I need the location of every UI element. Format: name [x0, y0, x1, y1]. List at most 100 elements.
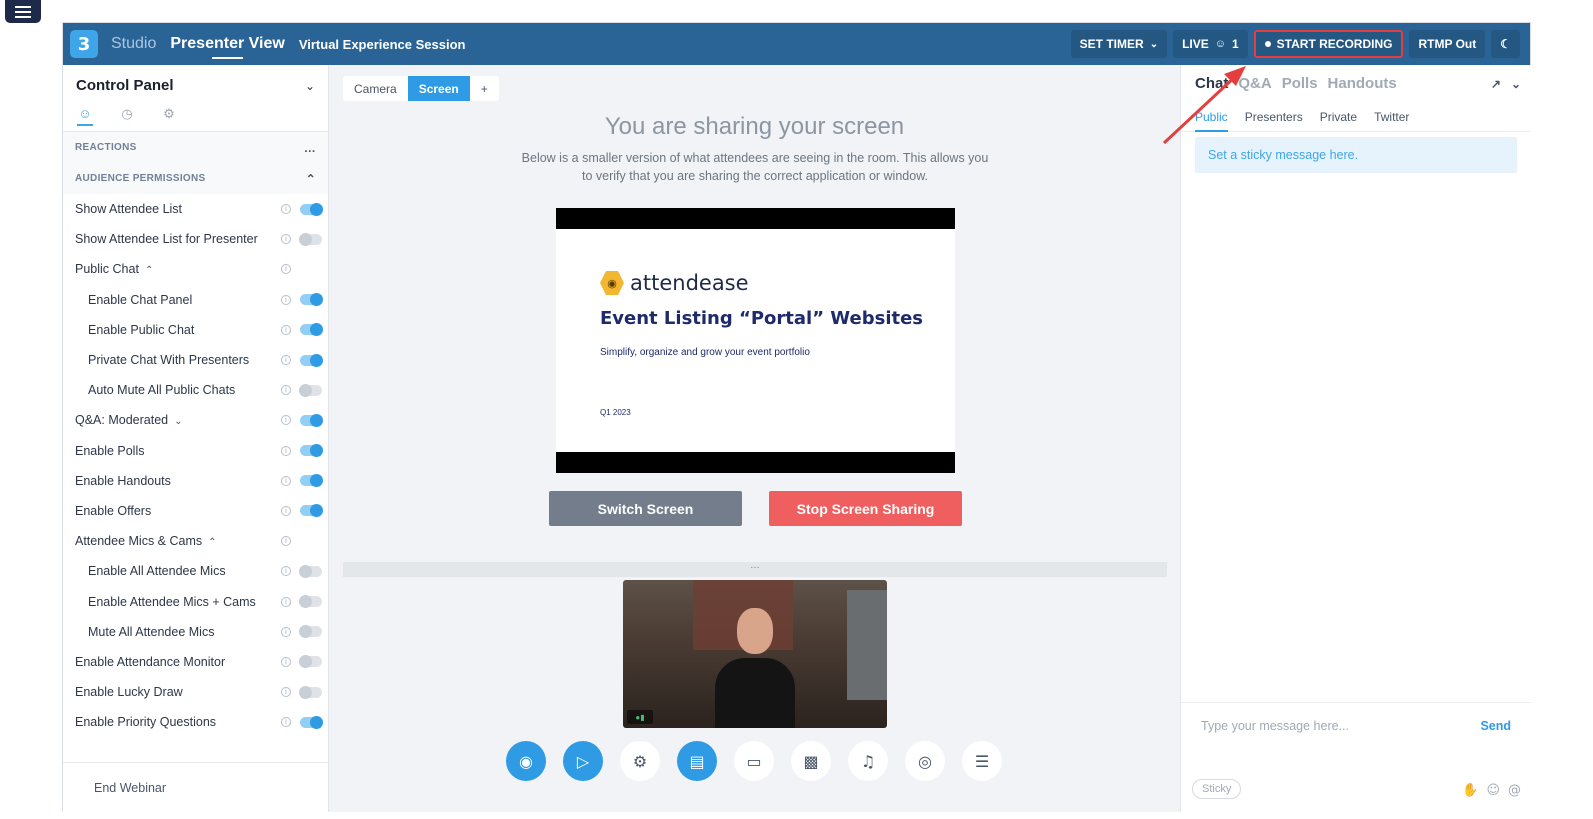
permission-row[interactable]: Enable Priority Questions i — [63, 707, 328, 737]
info-icon[interactable]: i — [281, 505, 291, 516]
live-status[interactable]: LIVE ☺ 1 — [1173, 30, 1248, 58]
sticky-button[interactable]: Sticky — [1192, 779, 1242, 799]
settings-icon[interactable]: ⚙ — [620, 741, 660, 781]
hand-raise-icon[interactable]: ✋ — [1462, 783, 1478, 798]
permission-row[interactable]: Show Attendee List i — [63, 194, 328, 224]
info-icon[interactable]: i — [281, 415, 291, 426]
permission-row[interactable]: Auto Mute All Public Chats i — [63, 375, 328, 405]
info-icon[interactable]: i — [281, 596, 291, 607]
info-icon[interactable]: i — [281, 687, 291, 698]
info-icon[interactable]: i — [281, 294, 291, 305]
clock-tab-icon[interactable]: ◷ — [119, 106, 135, 126]
info-icon[interactable]: i — [281, 717, 291, 728]
settings-tab-icon[interactable]: ⚙ — [161, 106, 177, 126]
permission-toggle[interactable] — [300, 504, 323, 518]
logo-icon[interactable]: 3 — [70, 30, 98, 58]
info-icon[interactable]: i — [281, 385, 291, 396]
permission-toggle[interactable] — [299, 595, 322, 609]
video-clip-icon[interactable]: ▩ — [791, 741, 831, 781]
tab-polls[interactable]: Polls — [1282, 75, 1318, 92]
more-options-icon[interactable]: … — [304, 141, 316, 155]
message-input[interactable]: Type your message here... — [1201, 719, 1349, 733]
microphone-icon[interactable]: ◉ — [506, 741, 546, 781]
send-button[interactable]: Send — [1480, 719, 1511, 733]
permission-row[interactable]: Show Attendee List for Presenter i — [63, 224, 328, 254]
broadcast-icon[interactable]: ◎ — [905, 741, 945, 781]
permission-toggle[interactable] — [299, 655, 322, 669]
info-icon[interactable]: i — [281, 204, 291, 215]
dark-mode-toggle[interactable]: ☾ — [1491, 30, 1520, 58]
permission-toggle[interactable] — [300, 323, 323, 337]
chevron-down-icon[interactable]: ⌄ — [174, 416, 182, 427]
add-tab-button[interactable]: + — [470, 76, 499, 101]
reactions-section[interactable]: REACTIONS … — [63, 132, 328, 163]
emoji-icon[interactable]: ☺ — [1486, 783, 1500, 798]
presenter-view-link[interactable]: Presenter View — [170, 35, 285, 59]
permission-toggle[interactable] — [300, 715, 323, 729]
captions-icon[interactable]: ▭ — [734, 741, 774, 781]
subtab-presenters[interactable]: Presenters — [1245, 110, 1303, 124]
subtab-twitter[interactable]: Twitter — [1374, 110, 1409, 124]
permission-row[interactable]: Enable Lucky Draw i — [63, 677, 328, 707]
permission-row[interactable]: Mute All Attendee Mics i — [63, 617, 328, 647]
presenter-video[interactable]: ●▮ — [623, 580, 887, 728]
popout-icon[interactable]: ↗ — [1491, 77, 1501, 91]
start-recording-button[interactable]: START RECORDING — [1253, 30, 1404, 58]
permission-toggle[interactable] — [300, 353, 323, 367]
permission-toggle[interactable] — [299, 232, 322, 246]
studio-link[interactable]: Studio — [111, 35, 156, 53]
audience-permissions-section[interactable]: AUDIENCE PERMISSIONS ⌃ — [63, 163, 328, 194]
end-webinar-button[interactable]: End Webinar — [63, 762, 328, 812]
chevron-up-icon[interactable]: ⌃ — [208, 537, 216, 548]
hamburger-menu-button[interactable] — [5, 0, 41, 23]
permission-toggle[interactable] — [299, 564, 322, 578]
info-icon[interactable]: i — [281, 445, 291, 456]
chevron-up-icon[interactable]: ⌃ — [306, 172, 316, 186]
permission-toggle[interactable] — [300, 444, 323, 458]
permission-toggle[interactable] — [300, 293, 323, 307]
permission-toggle[interactable] — [299, 625, 322, 639]
permission-toggle[interactable] — [300, 474, 323, 488]
rtmp-out-button[interactable]: RTMP Out — [1409, 30, 1486, 58]
info-icon[interactable]: i — [281, 475, 291, 486]
chevron-up-icon[interactable]: ⌃ — [145, 265, 153, 276]
info-icon[interactable]: i — [281, 566, 291, 577]
permission-toggle[interactable] — [299, 685, 322, 699]
resize-handle[interactable]: … — [343, 561, 1167, 577]
permission-row[interactable]: Enable Chat Panel i — [63, 285, 328, 315]
tab-camera[interactable]: Camera — [343, 76, 408, 101]
chevron-down-icon[interactable]: ⌄ — [1511, 77, 1521, 91]
permission-row[interactable]: Enable All Attendee Mics i — [63, 556, 328, 586]
permission-toggle[interactable] — [299, 383, 322, 397]
permission-row[interactable]: Enable Public Chat i — [63, 315, 328, 345]
info-icon[interactable]: i — [281, 324, 291, 335]
set-timer-button[interactable]: SET TIMER ⌄ — [1070, 30, 1168, 58]
tab-handouts[interactable]: Handouts — [1328, 75, 1397, 92]
music-icon[interactable]: ♫ — [848, 741, 888, 781]
permission-row[interactable]: Attendee Mics & Cams ⌃ i — [63, 526, 328, 556]
permission-toggle[interactable] — [300, 202, 323, 216]
user-tab-icon[interactable]: ☺ — [77, 106, 93, 126]
permission-row[interactable]: Enable Attendee Mics + Cams i — [63, 586, 328, 616]
permission-row[interactable]: Q&A: Moderated ⌄ i — [63, 405, 328, 435]
info-icon[interactable]: i — [281, 264, 291, 275]
info-icon[interactable]: i — [281, 536, 291, 547]
permission-row[interactable]: Enable Polls i — [63, 436, 328, 466]
permission-row[interactable]: Private Chat With Presenters i — [63, 345, 328, 375]
info-icon[interactable]: i — [281, 234, 291, 245]
subtab-private[interactable]: Private — [1320, 110, 1357, 124]
message-icon[interactable]: ☰ — [962, 741, 1002, 781]
switch-screen-button[interactable]: Switch Screen — [549, 491, 742, 526]
mention-icon[interactable]: @ — [1508, 783, 1521, 798]
screen-share-icon[interactable]: ▤ — [677, 741, 717, 781]
info-icon[interactable]: i — [281, 355, 291, 366]
permission-row[interactable]: Enable Attendance Monitor i — [63, 647, 328, 677]
camera-icon[interactable]: ▷ — [563, 741, 603, 781]
permission-row[interactable]: Public Chat ⌃ i — [63, 254, 328, 284]
stop-screen-sharing-button[interactable]: Stop Screen Sharing — [769, 491, 962, 526]
permission-row[interactable]: Enable Offers i — [63, 496, 328, 526]
chevron-down-icon[interactable]: ⌄ — [305, 79, 315, 93]
tab-screen[interactable]: Screen — [407, 76, 470, 101]
info-icon[interactable]: i — [281, 626, 291, 637]
permission-row[interactable]: Enable Handouts i — [63, 466, 328, 496]
